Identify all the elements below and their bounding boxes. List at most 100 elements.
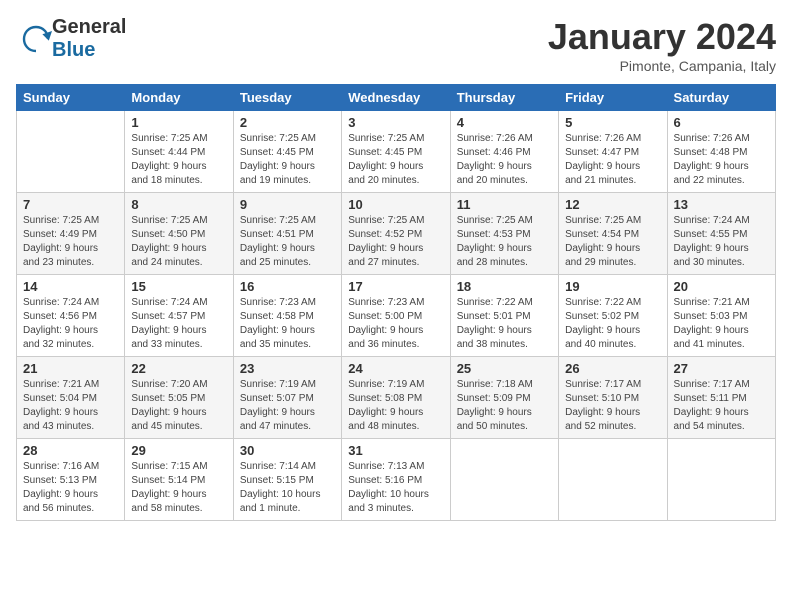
- logo: General Blue: [16, 16, 126, 62]
- calendar-cell: [450, 439, 558, 521]
- day-info: Sunrise: 7:13 AM Sunset: 5:16 PM Dayligh…: [348, 460, 443, 516]
- day-number: 12: [565, 197, 660, 212]
- week-row-2: 7Sunrise: 7:25 AM Sunset: 4:49 PM Daylig…: [17, 193, 776, 275]
- col-header-sunday: Sunday: [17, 85, 125, 111]
- day-info: Sunrise: 7:24 AM Sunset: 4:57 PM Dayligh…: [131, 296, 226, 352]
- day-number: 10: [348, 197, 443, 212]
- day-info: Sunrise: 7:23 AM Sunset: 5:00 PM Dayligh…: [348, 296, 443, 352]
- location: Pimonte, Campania, Italy: [548, 58, 776, 74]
- calendar-cell: 25 Sunrise: 7:18 AM Sunset: 5:09 PM Dayli…: [450, 357, 558, 439]
- calendar-cell: 2Sunrise: 7:25 AM Sunset: 4:45 PM Daylig…: [233, 111, 341, 193]
- day-info: Sunrise: 7:26 AM Sunset: 4:48 PM Dayligh…: [674, 132, 769, 188]
- title-area: January 2024 Pimonte, Campania, Italy: [548, 16, 776, 74]
- day-number: 24: [348, 361, 443, 376]
- day-number: 20: [674, 279, 769, 294]
- day-info: Sunrise: 7:22 AM Sunset: 5:01 PM Dayligh…: [457, 296, 552, 352]
- day-number: 1: [131, 115, 226, 130]
- calendar-cell: 14 Sunrise: 7:24 AM Sunset: 4:56 PM Dayli…: [17, 275, 125, 357]
- day-number: 9: [240, 197, 335, 212]
- day-info: Sunrise: 7:19 AM Sunset: 5:08 PM Dayligh…: [348, 378, 443, 434]
- calendar-cell: 28 Sunrise: 7:16 AM Sunset: 5:13 PM Dayli…: [17, 439, 125, 521]
- day-number: 15: [131, 279, 226, 294]
- day-number: 27: [674, 361, 769, 376]
- week-row-1: 1 Sunrise: 7:25 AM Sunset: 4:44 PM Daylig…: [17, 111, 776, 193]
- calendar-cell: 20 Sunrise: 7:21 AM Sunset: 5:03 PM Dayli…: [667, 275, 775, 357]
- day-info: Sunrise: 7:21 AM Sunset: 5:04 PM Dayligh…: [23, 378, 118, 434]
- day-number: 2: [240, 115, 335, 130]
- calendar-cell: 26 Sunrise: 7:17 AM Sunset: 5:10 PM Dayli…: [559, 357, 667, 439]
- day-info: Sunrise: 7:15 AM Sunset: 5:14 PM Dayligh…: [131, 460, 226, 516]
- day-info: Sunrise: 7:26 AM Sunset: 4:46 PM Dayligh…: [457, 132, 552, 188]
- day-number: 13: [674, 197, 769, 212]
- logo-text: General Blue: [52, 16, 126, 62]
- day-number: 21: [23, 361, 118, 376]
- day-number: 23: [240, 361, 335, 376]
- day-number: 6: [674, 115, 769, 130]
- calendar-cell: 1 Sunrise: 7:25 AM Sunset: 4:44 PM Daylig…: [125, 111, 233, 193]
- day-number: 18: [457, 279, 552, 294]
- day-number: 28: [23, 443, 118, 458]
- calendar-cell: 30 Sunrise: 7:14 AM Sunset: 5:15 PM Dayli…: [233, 439, 341, 521]
- calendar-cell: 27 Sunrise: 7:17 AM Sunset: 5:11 PM Dayli…: [667, 357, 775, 439]
- calendar-cell: 21 Sunrise: 7:21 AM Sunset: 5:04 PM Dayli…: [17, 357, 125, 439]
- day-number: 16: [240, 279, 335, 294]
- day-info: Sunrise: 7:26 AM Sunset: 4:47 PM Dayligh…: [565, 132, 660, 188]
- calendar-cell: 3 Sunrise: 7:25 AM Sunset: 4:45 PM Daylig…: [342, 111, 450, 193]
- calendar-cell: 13 Sunrise: 7:24 AM Sunset: 4:55 PM Dayli…: [667, 193, 775, 275]
- col-header-wednesday: Wednesday: [342, 85, 450, 111]
- calendar-cell: 12 Sunrise: 7:25 AM Sunset: 4:54 PM Dayli…: [559, 193, 667, 275]
- calendar-cell: 11 Sunrise: 7:25 AM Sunset: 4:53 PM Dayli…: [450, 193, 558, 275]
- calendar-cell: 5 Sunrise: 7:26 AM Sunset: 4:47 PM Daylig…: [559, 111, 667, 193]
- day-number: 14: [23, 279, 118, 294]
- day-info: Sunrise: 7:14 AM Sunset: 5:15 PM Dayligh…: [240, 460, 335, 516]
- col-header-thursday: Thursday: [450, 85, 558, 111]
- calendar-cell: 7Sunrise: 7:25 AM Sunset: 4:49 PM Daylig…: [17, 193, 125, 275]
- calendar-cell: 4 Sunrise: 7:26 AM Sunset: 4:46 PM Daylig…: [450, 111, 558, 193]
- day-number: 25: [457, 361, 552, 376]
- day-info: Sunrise: 7:17 AM Sunset: 5:11 PM Dayligh…: [674, 378, 769, 434]
- calendar-table: SundayMondayTuesdayWednesdayThursdayFrid…: [16, 84, 776, 521]
- day-info: Sunrise: 7:20 AM Sunset: 5:05 PM Dayligh…: [131, 378, 226, 434]
- calendar-cell: 24 Sunrise: 7:19 AM Sunset: 5:08 PM Dayli…: [342, 357, 450, 439]
- day-info: Sunrise: 7:19 AM Sunset: 5:07 PM Dayligh…: [240, 378, 335, 434]
- col-header-monday: Monday: [125, 85, 233, 111]
- day-number: 8: [131, 197, 226, 212]
- day-number: 4: [457, 115, 552, 130]
- week-row-5: 28 Sunrise: 7:16 AM Sunset: 5:13 PM Dayli…: [17, 439, 776, 521]
- day-info: Sunrise: 7:23 AM Sunset: 4:58 PM Dayligh…: [240, 296, 335, 352]
- header-row: SundayMondayTuesdayWednesdayThursdayFrid…: [17, 85, 776, 111]
- day-info: Sunrise: 7:25 AM Sunset: 4:54 PM Dayligh…: [565, 214, 660, 270]
- day-info: Sunrise: 7:25 AM Sunset: 4:45 PM Dayligh…: [348, 132, 443, 188]
- calendar-cell: 9Sunrise: 7:25 AM Sunset: 4:51 PM Daylig…: [233, 193, 341, 275]
- day-info: Sunrise: 7:16 AM Sunset: 5:13 PM Dayligh…: [23, 460, 118, 516]
- day-number: 30: [240, 443, 335, 458]
- calendar-cell: [17, 111, 125, 193]
- col-header-tuesday: Tuesday: [233, 85, 341, 111]
- calendar-cell: 29Sunrise: 7:15 AM Sunset: 5:14 PM Dayli…: [125, 439, 233, 521]
- week-row-4: 21 Sunrise: 7:21 AM Sunset: 5:04 PM Dayli…: [17, 357, 776, 439]
- day-info: Sunrise: 7:25 AM Sunset: 4:50 PM Dayligh…: [131, 214, 226, 270]
- calendar-cell: 8 Sunrise: 7:25 AM Sunset: 4:50 PM Daylig…: [125, 193, 233, 275]
- page-header: General Blue January 2024 Pimonte, Campa…: [16, 16, 776, 74]
- day-info: Sunrise: 7:24 AM Sunset: 4:55 PM Dayligh…: [674, 214, 769, 270]
- calendar-cell: 15 Sunrise: 7:24 AM Sunset: 4:57 PM Dayli…: [125, 275, 233, 357]
- day-info: Sunrise: 7:21 AM Sunset: 5:03 PM Dayligh…: [674, 296, 769, 352]
- month-title: January 2024: [548, 16, 776, 58]
- calendar-cell: 31 Sunrise: 7:13 AM Sunset: 5:16 PM Dayli…: [342, 439, 450, 521]
- calendar-cell: [667, 439, 775, 521]
- day-number: 5: [565, 115, 660, 130]
- day-info: Sunrise: 7:25 AM Sunset: 4:44 PM Dayligh…: [131, 132, 226, 188]
- day-info: Sunrise: 7:18 AM Sunset: 5:09 PM Dayligh…: [457, 378, 552, 434]
- day-info: Sunrise: 7:24 AM Sunset: 4:56 PM Dayligh…: [23, 296, 118, 352]
- logo-blue: Blue: [52, 39, 95, 61]
- day-info: Sunrise: 7:17 AM Sunset: 5:10 PM Dayligh…: [565, 378, 660, 434]
- calendar-cell: 16 Sunrise: 7:23 AM Sunset: 4:58 PM Dayli…: [233, 275, 341, 357]
- day-number: 31: [348, 443, 443, 458]
- calendar-cell: 23 Sunrise: 7:19 AM Sunset: 5:07 PM Dayli…: [233, 357, 341, 439]
- calendar-cell: 10Sunrise: 7:25 AM Sunset: 4:52 PM Dayli…: [342, 193, 450, 275]
- day-number: 3: [348, 115, 443, 130]
- day-number: 26: [565, 361, 660, 376]
- day-number: 11: [457, 197, 552, 212]
- day-info: Sunrise: 7:25 AM Sunset: 4:53 PM Dayligh…: [457, 214, 552, 270]
- week-row-3: 14 Sunrise: 7:24 AM Sunset: 4:56 PM Dayli…: [17, 275, 776, 357]
